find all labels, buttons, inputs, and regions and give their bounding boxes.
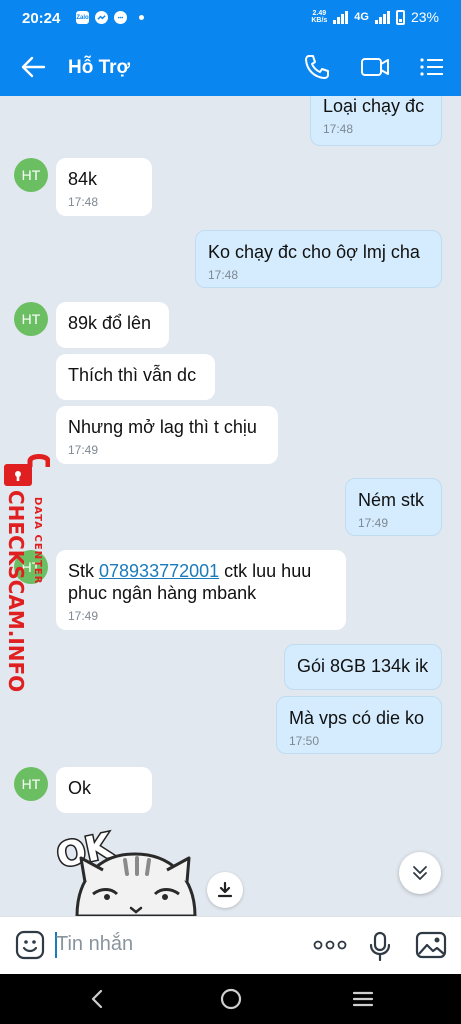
message-outgoing[interactable]: Ném stk 17:49: [345, 478, 442, 536]
chat-icon: [114, 11, 127, 24]
status-bar: 20:24 Zalo 2.49 KB/s 4G 23%: [0, 0, 461, 38]
more-options-icon[interactable]: [313, 937, 347, 958]
chat-title[interactable]: Hỗ Trợ: [68, 57, 130, 79]
network-type: 4G: [354, 11, 369, 23]
download-button[interactable]: [207, 872, 243, 908]
video-call-icon[interactable]: [360, 53, 390, 86]
avatar[interactable]: HT: [14, 158, 48, 192]
message-incoming[interactable]: Stk 078933772001 ctk luu huu phuc ngân h…: [56, 550, 346, 630]
chat-header: Hỗ Trợ: [0, 38, 461, 96]
cell-signal-icon: [374, 10, 390, 24]
cat-sticker[interactable]: OK: [52, 822, 205, 916]
battery-icon: [395, 9, 405, 25]
back-arrow-icon[interactable]: [20, 54, 46, 85]
message-incoming[interactable]: Ok: [56, 767, 152, 813]
messenger-icon: [95, 11, 108, 24]
lock-icon: [4, 454, 50, 486]
system-navigation-bar: [0, 974, 461, 1024]
message-outgoing[interactable]: Ko chạy đc cho ôợ lmj cha 17:48: [195, 230, 442, 288]
battery-level: 23%: [410, 9, 439, 25]
watermark-subtitle: DATA CENTER: [32, 497, 43, 585]
wifi-signal-icon: [333, 10, 349, 24]
message-incoming[interactable]: Thích thì vẫn dc: [56, 354, 215, 400]
status-time: 20:24: [22, 10, 61, 27]
avatar[interactable]: HT: [14, 302, 48, 336]
nav-home-icon[interactable]: [220, 988, 242, 1015]
nav-recents-icon[interactable]: [352, 990, 374, 1013]
message-outgoing[interactable]: Mà vps có die ko 17:50: [276, 696, 442, 754]
message-outgoing[interactable]: Loại chạy đc 17:48: [310, 96, 442, 146]
download-icon: [217, 881, 233, 898]
net-speed: 2.49 KB/s: [311, 10, 328, 24]
checkscam-watermark: CHECKSCAM.INFO DATA CENTER: [0, 450, 54, 692]
notification-icons: Zalo: [76, 11, 144, 24]
avatar[interactable]: HT: [14, 767, 48, 801]
chevron-double-down-icon: [413, 866, 427, 880]
microphone-icon[interactable]: [369, 931, 391, 966]
message-input[interactable]: Tin nhắn: [56, 933, 133, 956]
zalo-icon: Zalo: [76, 11, 89, 24]
message-composer: Tin nhắn: [0, 916, 461, 974]
message-incoming[interactable]: 84k 17:48: [56, 158, 152, 216]
watermark-brand: CHECKSCAM.INFO: [4, 490, 28, 693]
message-outgoing[interactable]: Gói 8GB 134k ik: [284, 644, 442, 690]
image-gallery-icon[interactable]: [415, 930, 447, 965]
nav-back-icon[interactable]: [89, 989, 105, 1014]
menu-icon[interactable]: [419, 53, 445, 86]
message-incoming[interactable]: 89k đổ lên: [56, 302, 169, 348]
account-number-link[interactable]: 078933772001: [99, 561, 219, 581]
scroll-to-bottom-button[interactable]: [399, 852, 441, 894]
dot-icon: [139, 15, 144, 20]
phone-icon[interactable]: [303, 53, 331, 86]
status-right: 2.49 KB/s 4G 23%: [311, 9, 439, 25]
emoji-icon[interactable]: [15, 930, 45, 965]
message-list[interactable]: Loại chạy đc 17:48 HT 84k 17:48 Ko chạy …: [0, 96, 461, 916]
message-incoming[interactable]: Nhưng mở lag thì t chịu 17:49: [56, 406, 278, 464]
